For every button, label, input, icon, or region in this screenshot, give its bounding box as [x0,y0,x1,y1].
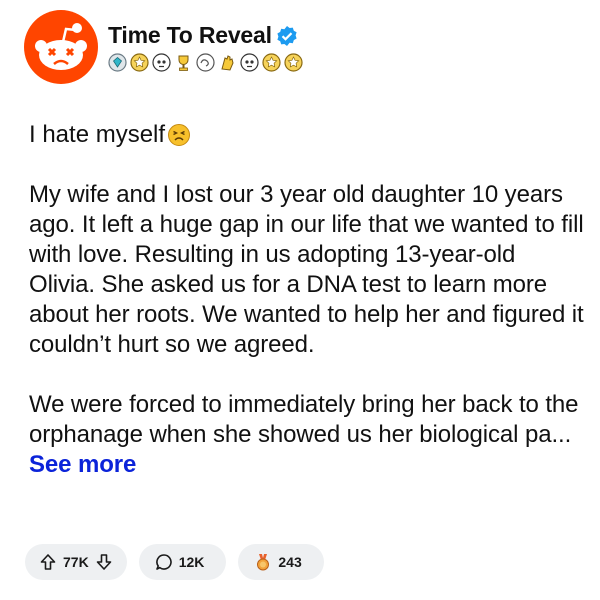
persevering-face-emoji-icon [167,123,191,147]
comments-button[interactable]: 12K [138,544,227,580]
gold-cup-icon [174,53,193,72]
clap-badge-icon [218,53,237,72]
post-header: Time To Reveal [24,10,303,84]
author-name[interactable]: Time To Reveal [108,22,272,49]
post-paragraph-text: We were forced to immediately bring her … [29,391,579,448]
gold-trophy-icon [284,53,303,72]
skull-badge-icon [152,53,171,72]
post-title-text: I hate myself [29,121,166,148]
gold-trophy-icon [130,53,149,72]
post-body: I hate myself My wife and I lost our 3 y… [29,120,584,480]
upvote-arrow-icon[interactable] [39,553,57,571]
downvote-arrow-icon[interactable] [95,553,113,571]
see-more-link[interactable]: See more [29,451,136,478]
skull-badge-icon [240,53,259,72]
post-actions: 77K 12K 243 [25,544,324,580]
awards-button[interactable]: 243 [238,544,324,580]
comment-count: 12K [178,554,205,570]
avatar[interactable] [24,10,98,84]
achievement-badges [108,53,303,72]
gold-trophy-icon [262,53,281,72]
vote-pill: 77K [25,544,127,580]
diamond-badge-icon [108,53,127,72]
award-medal-icon [254,553,272,571]
vote-count: 77K [63,554,89,570]
reddit-snoo-icon [35,23,87,70]
award-count: 243 [278,554,302,570]
comment-bubble-icon [155,553,173,571]
verified-icon [276,25,298,47]
post-title: I hate myself [29,120,584,150]
post-paragraph-truncated: We were forced to immediately bring her … [29,390,584,480]
post-paragraph: My wife and I lost our 3 year old daught… [29,181,584,358]
swirl-badge-icon [196,53,215,72]
